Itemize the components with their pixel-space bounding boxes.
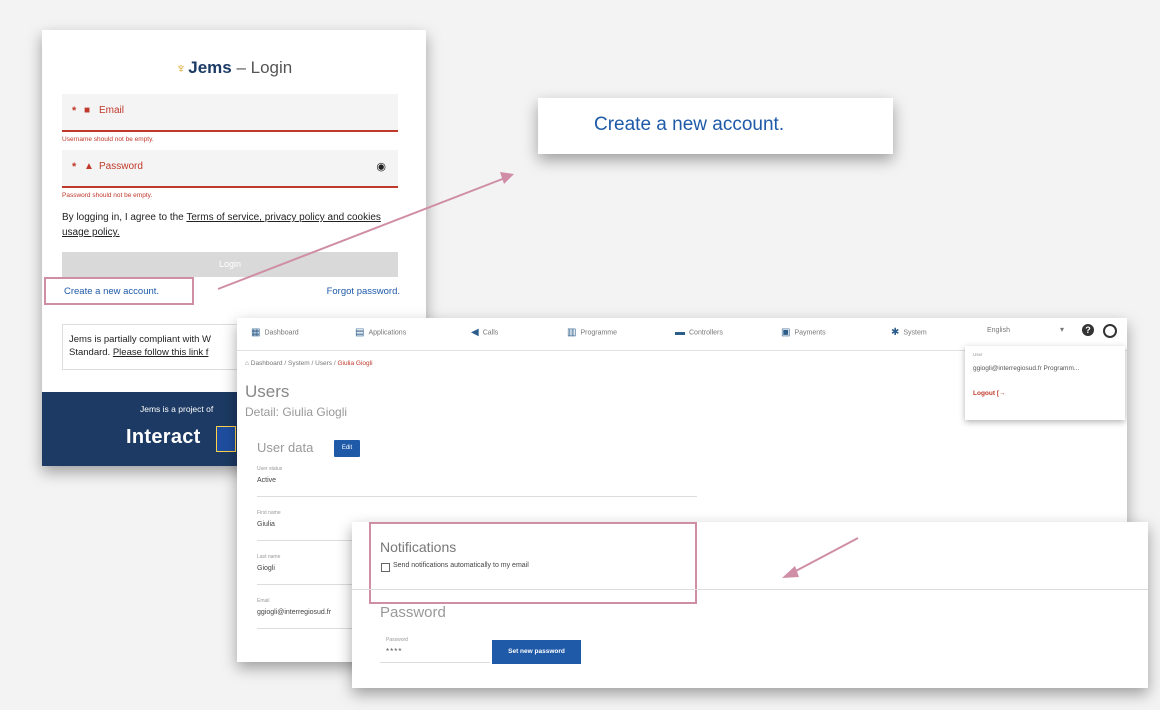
field-label: User status [257, 466, 283, 472]
programme-icon: ▥ [567, 327, 577, 338]
email-field[interactable]: * ■ Email [62, 94, 398, 132]
email-error: Username should not be empty. [62, 136, 154, 143]
breadcrumb: ⌂ Dashboard / System / Users / Giulia Gi… [245, 360, 373, 367]
field-label: Email [257, 598, 270, 604]
nav-label: Controllers [689, 329, 723, 337]
envelope-icon: ■ [84, 105, 91, 116]
create-account-link[interactable]: Create a new account. [64, 286, 159, 297]
megaphone-icon: ◀ [471, 327, 479, 338]
nav-label: Dashboard [264, 329, 299, 337]
brand-name: Jems [188, 58, 232, 77]
password-field[interactable]: * ▲ Password ◉ [62, 150, 398, 188]
nav-calls[interactable]: ◀ Calls [471, 327, 498, 338]
notifications-heading: Notifications [380, 539, 457, 555]
email-notifications-label[interactable]: Send notifications automatically to my e… [393, 562, 529, 569]
footer-project-text: Jems is a project of [140, 404, 214, 414]
nav-label: Applications [368, 329, 407, 337]
user-status-field: User status Active [257, 466, 697, 497]
breadcrumb-current: Giulia Giogli [337, 360, 373, 367]
nav-label: System [903, 329, 927, 337]
breadcrumb-system[interactable]: System [288, 360, 310, 367]
field-value: Giogli [257, 565, 275, 572]
logout-label: Logout [973, 390, 996, 397]
zoomed-create-account-card: Create a new account. [538, 98, 893, 154]
password-label: Password [99, 161, 143, 172]
nav-system[interactable]: ✱ System [891, 327, 927, 338]
help-icon[interactable]: ? [1082, 324, 1094, 336]
password-underline [380, 662, 490, 663]
dashboard-icon: ▦ [251, 327, 261, 338]
page-subtitle: Detail: Giulia Giogli [245, 405, 348, 419]
edit-button[interactable]: Edit [334, 440, 360, 457]
field-value: ggiogli@interregiosud.fr [257, 609, 332, 616]
user-menu-email: ggiogli@interregiosud.fr Programm... [973, 365, 1080, 372]
section-divider [352, 589, 1148, 590]
password-field-value: **** [386, 647, 403, 656]
field-value: Giulia [257, 521, 275, 528]
login-title-suffix: – Login [231, 58, 293, 77]
required-marker: * [72, 105, 77, 117]
logout-icon: [→ [996, 390, 1006, 397]
user-account-icon[interactable] [1103, 324, 1117, 338]
arrowhead-to-zoom [500, 172, 514, 184]
set-new-password-button[interactable]: Set new password [492, 640, 581, 664]
nav-payments[interactable]: ▣ Payments [781, 327, 826, 338]
interact-logo: Interact [126, 426, 201, 448]
home-icon[interactable]: ⌂ [245, 360, 249, 367]
logout-button[interactable]: Logout [→ [973, 390, 1006, 397]
password-field-label: Password [386, 637, 408, 643]
field-label: First name [257, 510, 281, 516]
chevron-down-icon[interactable]: ▾ [1060, 325, 1064, 334]
eu-flag-icon [216, 426, 236, 452]
user-menu-dropdown: User ggiogli@interregiosud.fr Programm..… [965, 346, 1125, 420]
document-icon: ▤ [355, 327, 365, 338]
email-notifications-checkbox[interactable] [381, 563, 390, 572]
field-value: Active [257, 477, 277, 484]
password-heading: Password [380, 604, 446, 621]
payments-icon: ▣ [781, 327, 791, 338]
required-marker: * [72, 161, 77, 173]
terms-agreement: By logging in, I agree to the Terms of s… [62, 210, 402, 240]
lightbulb-icon: ♆ [175, 60, 187, 76]
login-title: ♆ Jems – Login [42, 58, 426, 78]
zoomed-create-account-text: Create a new account. [594, 114, 785, 135]
password-error: Password should not be empty. [62, 192, 153, 199]
forgot-password-link[interactable]: Forgot password. [327, 286, 400, 297]
nav-controllers[interactable]: ▬ Controllers [675, 327, 723, 338]
compliance-link[interactable]: Please follow this link f [113, 347, 209, 358]
user-data-heading: User data [257, 440, 314, 455]
login-button[interactable]: Login [62, 252, 398, 277]
gear-icon: ✱ [891, 327, 900, 338]
breadcrumb-dashboard[interactable]: Dashboard [251, 360, 283, 367]
breadcrumb-users[interactable]: Users [315, 360, 332, 367]
field-label: Last name [257, 554, 281, 560]
slide-canvas: ♆ Jems – Login * ■ Email Username should … [0, 0, 1160, 710]
terms-prefix: By logging in, I agree to the [62, 212, 187, 223]
email-label: Email [99, 105, 125, 116]
eye-off-icon[interactable]: ◉ [376, 160, 386, 173]
nav-label: Programme [580, 329, 618, 337]
language-select[interactable]: English [987, 327, 1010, 334]
lock-icon: ▲ [84, 161, 94, 172]
notifications-card: Notifications Send notifications automat… [352, 522, 1148, 688]
user-menu-label: User [973, 352, 983, 357]
page-title: Users [245, 382, 290, 401]
nav-label: Payments [794, 329, 826, 337]
nav-label: Calls [482, 329, 499, 337]
nav-programme[interactable]: ▥ Programme [567, 327, 617, 338]
compliance-prefix: Standard. [69, 347, 113, 358]
folder-icon: ▬ [675, 327, 685, 338]
nav-dashboard[interactable]: ▦ Dashboard [251, 327, 299, 338]
nav-applications[interactable]: ▤ Applications [355, 327, 406, 338]
